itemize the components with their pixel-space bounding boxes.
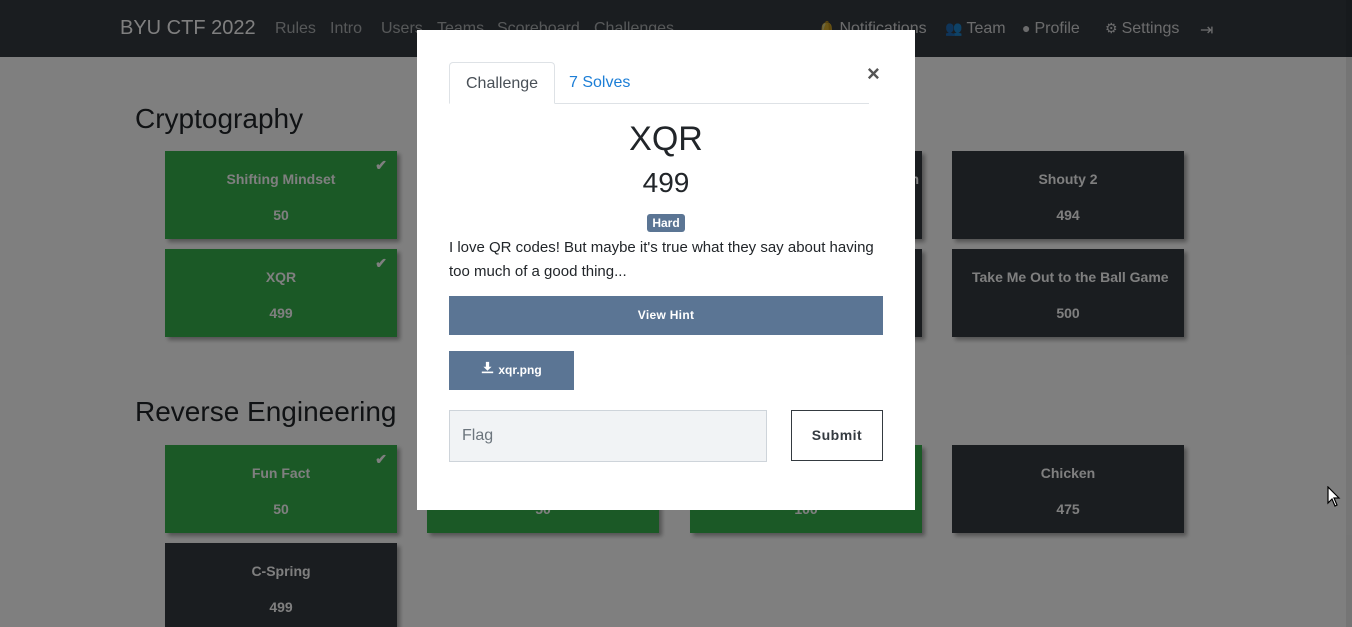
challenge-modal: Challenge 7 Solves × XQR 499 Hard I love… — [417, 30, 915, 510]
download-file-button[interactable]: xqr.png — [449, 351, 574, 390]
mouse-cursor-icon — [1327, 485, 1341, 513]
challenge-points: 499 — [642, 167, 690, 198]
file-name: xqr.png — [498, 363, 542, 377]
difficulty-badge-wrap: Hard — [417, 214, 915, 232]
challenge-description: I love QR codes! But maybe it's true wha… — [449, 239, 874, 280]
tab-solves[interactable]: 7 Solves — [553, 62, 646, 104]
scrollbar[interactable] — [1346, 0, 1352, 627]
modal-tabs: Challenge 7 Solves — [449, 62, 869, 104]
flag-input[interactable] — [449, 410, 767, 462]
close-button[interactable]: × — [867, 63, 880, 85]
scrollbar-thumb[interactable] — [1346, 355, 1352, 535]
submit-button[interactable]: Submit — [791, 410, 883, 461]
view-hint-button[interactable]: View Hint — [449, 296, 883, 335]
download-icon — [481, 351, 494, 390]
challenge-title: XQR — [629, 120, 703, 158]
difficulty-badge: Hard — [647, 214, 685, 232]
tab-challenge[interactable]: Challenge — [449, 62, 556, 104]
